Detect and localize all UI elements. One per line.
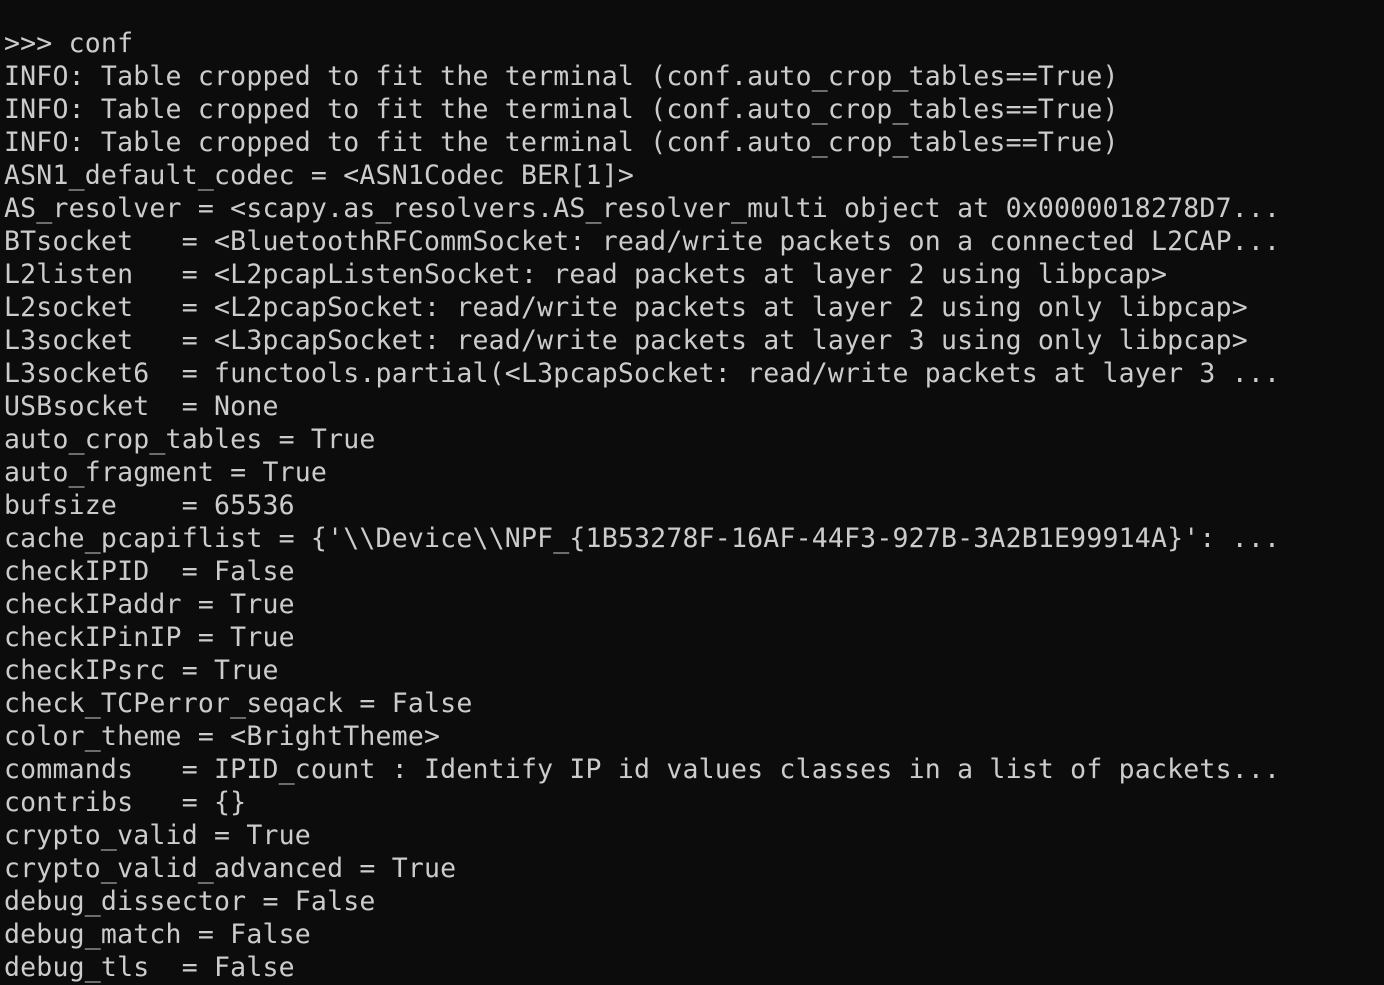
terminal-output: >>> conf INFO: Table cropped to fit the … <box>4 27 1280 984</box>
output-line: ASN1_default_codec = <ASN1Codec BER[1]> <box>4 160 635 191</box>
output-line: debug_dissector = False <box>4 886 376 917</box>
output-line: auto_crop_tables = True <box>4 424 376 455</box>
output-line: check_TCPerror_seqack = False <box>4 688 473 719</box>
output-line: checkIPsrc = True <box>4 655 279 686</box>
output-line: checkIPinIP = True <box>4 622 295 653</box>
output-line: L2listen = <L2pcapListenSocket: read pac… <box>4 259 1168 290</box>
output-line: contribs = {} <box>4 787 247 818</box>
output-line: AS_resolver = <scapy.as_resolvers.AS_res… <box>4 193 1281 224</box>
output-line: checkIPaddr = True <box>4 589 295 620</box>
output-line: L3socket = <L3pcapSocket: read/write pac… <box>4 325 1248 356</box>
output-line: commands = IPID_count : Identify IP id v… <box>4 754 1281 785</box>
output-line: crypto_valid = True <box>4 820 311 851</box>
output-line: debug_match = False <box>4 919 311 950</box>
output-line: color_theme = <BrightTheme> <box>4 721 441 752</box>
output-line: checkIPID = False <box>4 556 295 587</box>
info-line: INFO: Table cropped to fit the terminal … <box>4 61 1119 92</box>
output-line: bufsize = 65536 <box>4 490 295 521</box>
output-line: debug_tls = False <box>4 952 295 983</box>
terminal-window[interactable]: >>> conf INFO: Table cropped to fit the … <box>0 0 1384 985</box>
prompt-line: >>> conf <box>4 28 134 59</box>
info-line: INFO: Table cropped to fit the terminal … <box>4 127 1119 158</box>
output-line: L3socket6 = functools.partial(<L3pcapSoc… <box>4 358 1281 389</box>
output-line: BTsocket = <BluetoothRFCommSocket: read/… <box>4 226 1281 257</box>
info-line: INFO: Table cropped to fit the terminal … <box>4 94 1119 125</box>
output-line: L2socket = <L2pcapSocket: read/write pac… <box>4 292 1248 323</box>
output-line: cache_pcapiflist = {'\\Device\\NPF_{1B53… <box>4 523 1281 554</box>
output-line: USBsocket = None <box>4 391 279 422</box>
output-line: auto_fragment = True <box>4 457 328 488</box>
output-line: crypto_valid_advanced = True <box>4 853 457 884</box>
